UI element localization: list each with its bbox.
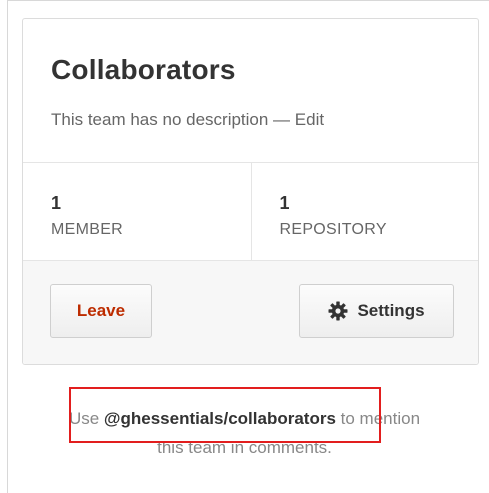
repositories-label: REPOSITORY <box>279 221 387 238</box>
team-actions: Leave Settings <box>23 261 478 364</box>
repositories-stat[interactable]: 1 REPOSITORY <box>250 163 479 260</box>
team-header: Collaborators This team has no descripti… <box>23 19 478 163</box>
team-title: Collaborators <box>51 54 236 85</box>
leave-button-label: Leave <box>76 301 126 320</box>
team-description: This team has no description — Edit <box>51 110 478 130</box>
team-stats: 1 MEMBER 1 REPOSITORY <box>23 163 478 261</box>
settings-button[interactable]: Settings <box>299 284 454 338</box>
team-card: Collaborators This team has no descripti… <box>22 18 479 365</box>
gear-icon <box>328 301 348 321</box>
members-label: MEMBER <box>51 221 124 238</box>
leave-button[interactable]: Leave <box>50 284 152 338</box>
highlight-box <box>69 387 381 443</box>
team-description-text: This team has no description — <box>51 110 291 129</box>
settings-button-label: Settings <box>357 301 425 320</box>
repositories-count: 1 <box>279 193 290 213</box>
members-stat[interactable]: 1 MEMBER <box>23 163 251 260</box>
edit-description-link[interactable]: Edit <box>295 110 324 129</box>
members-count: 1 <box>51 193 62 213</box>
